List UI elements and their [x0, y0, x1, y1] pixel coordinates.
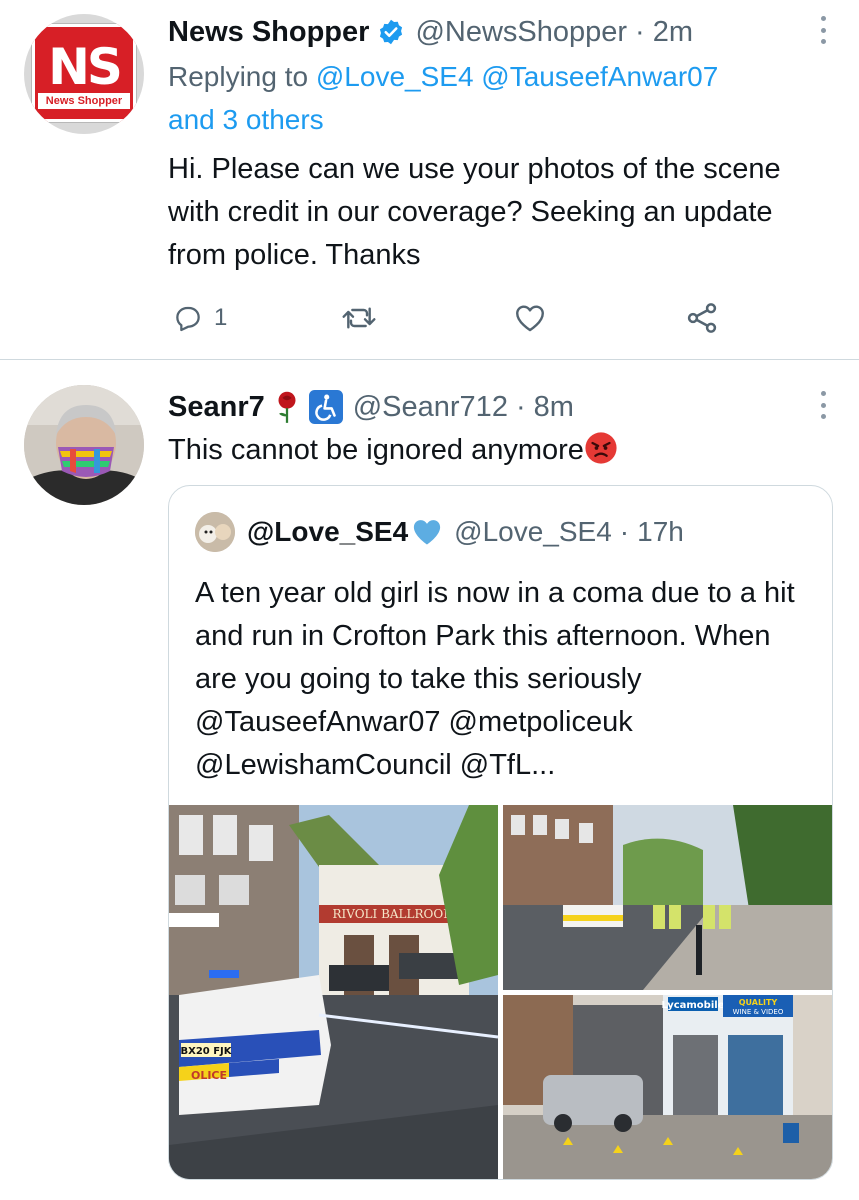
others-link[interactable]: and 3 others	[168, 104, 324, 135]
tweet-header: Seanr7 @Seanr712 · 8m	[168, 385, 574, 429]
police-cordon-street-photo[interactable]	[503, 805, 832, 990]
separator: ·	[635, 15, 645, 48]
separator: ·	[515, 390, 526, 423]
lycamobile-sign: Lycamobile	[662, 1000, 725, 1011]
number-plate: BX20 FJK	[180, 1046, 232, 1057]
replying-to: Replying to @Love_SE4 @TauseefAnwar07 an…	[168, 55, 818, 141]
handle[interactable]: @NewsShopper	[415, 16, 627, 49]
avatar[interactable]	[24, 385, 144, 505]
logo-letters: NS	[48, 38, 123, 96]
reply-button[interactable]: 1	[172, 296, 227, 340]
replying-to-label: Replying to	[168, 61, 309, 92]
timestamp[interactable]: 8m	[534, 391, 574, 424]
quoted-avatar[interactable]	[195, 512, 235, 552]
verified-badge-icon	[377, 18, 405, 46]
angry-face-icon	[584, 431, 618, 465]
retweet-button[interactable]	[340, 296, 378, 340]
mention-link[interactable]: @TauseefAnwar07	[481, 61, 718, 92]
shopfront-evidence-markers-photo[interactable]: Lycamobile QUALITY WINE & VIDEO	[503, 995, 832, 1179]
police-car-rivoli-ballroom-photo[interactable]: RIVOLI BALLROOM BX20 FJK OLICE	[169, 805, 498, 1179]
quoted-tweet[interactable]: @Love_SE4 @Love_SE4 · 17h A ten year old…	[168, 485, 833, 1180]
user-photo	[24, 385, 144, 505]
display-name[interactable]: Seanr7	[168, 391, 265, 424]
more-options-icon[interactable]	[817, 14, 829, 46]
share-button[interactable]	[684, 296, 720, 340]
quoted-tweet-text: A ten year old girl is now in a coma due…	[195, 577, 795, 781]
reply-count: 1	[214, 304, 228, 331]
quoted-handle[interactable]: @Love_SE4	[454, 516, 612, 548]
heart-icon	[512, 301, 548, 335]
rose-icon	[273, 390, 301, 424]
separator: ·	[619, 516, 630, 547]
wine-video-sign: WINE & VIDEO	[733, 1008, 784, 1016]
share-icon	[684, 300, 720, 336]
more-options-icon[interactable]	[817, 389, 829, 421]
quoted-tweet-header: @Love_SE4 @Love_SE4 · 17h	[195, 512, 684, 552]
tweet-actions: 1	[168, 296, 768, 340]
news-shopper-logo: NS News Shopper	[31, 23, 137, 123]
mention-link[interactable]: @Love_SE4	[316, 61, 474, 92]
like-button[interactable]	[512, 296, 548, 340]
media-grid: RIVOLI BALLROOM BX20 FJK OLICE Lycamobil…	[169, 805, 832, 1179]
retweet-icon	[340, 302, 378, 334]
tweet-text: This cannot be ignored anymore	[168, 429, 838, 472]
police-livery: OLICE	[191, 1069, 227, 1082]
tweet-text: Hi. Please can we use your photos of the…	[168, 153, 781, 271]
quality-sign: QUALITY	[739, 998, 778, 1007]
tweet-header: News Shopper @NewsShopper · 2m	[168, 10, 693, 54]
tweet-text-content: This cannot be ignored anymore	[168, 434, 584, 466]
logo-strip: News Shopper	[38, 93, 130, 109]
tweet-news-shopper[interactable]: NS News Shopper News Shopper @NewsShoppe…	[0, 0, 859, 360]
blue-heart-icon	[412, 518, 442, 546]
quoted-display-name[interactable]: @Love_SE4	[247, 516, 408, 548]
wheelchair-icon	[308, 390, 343, 424]
display-name[interactable]: News Shopper	[168, 16, 369, 49]
reply-icon	[172, 302, 204, 334]
tweet-seanr7[interactable]: Seanr7 @Seanr712 · 8m This cannot be ign…	[0, 361, 859, 1200]
avatar[interactable]: NS News Shopper	[24, 14, 144, 134]
rivoli-sign: RIVOLI BALLROOM	[332, 907, 455, 921]
timestamp[interactable]: 2m	[653, 16, 693, 49]
quoted-timestamp[interactable]: 17h	[637, 516, 684, 548]
handle[interactable]: @Seanr712	[353, 391, 508, 424]
